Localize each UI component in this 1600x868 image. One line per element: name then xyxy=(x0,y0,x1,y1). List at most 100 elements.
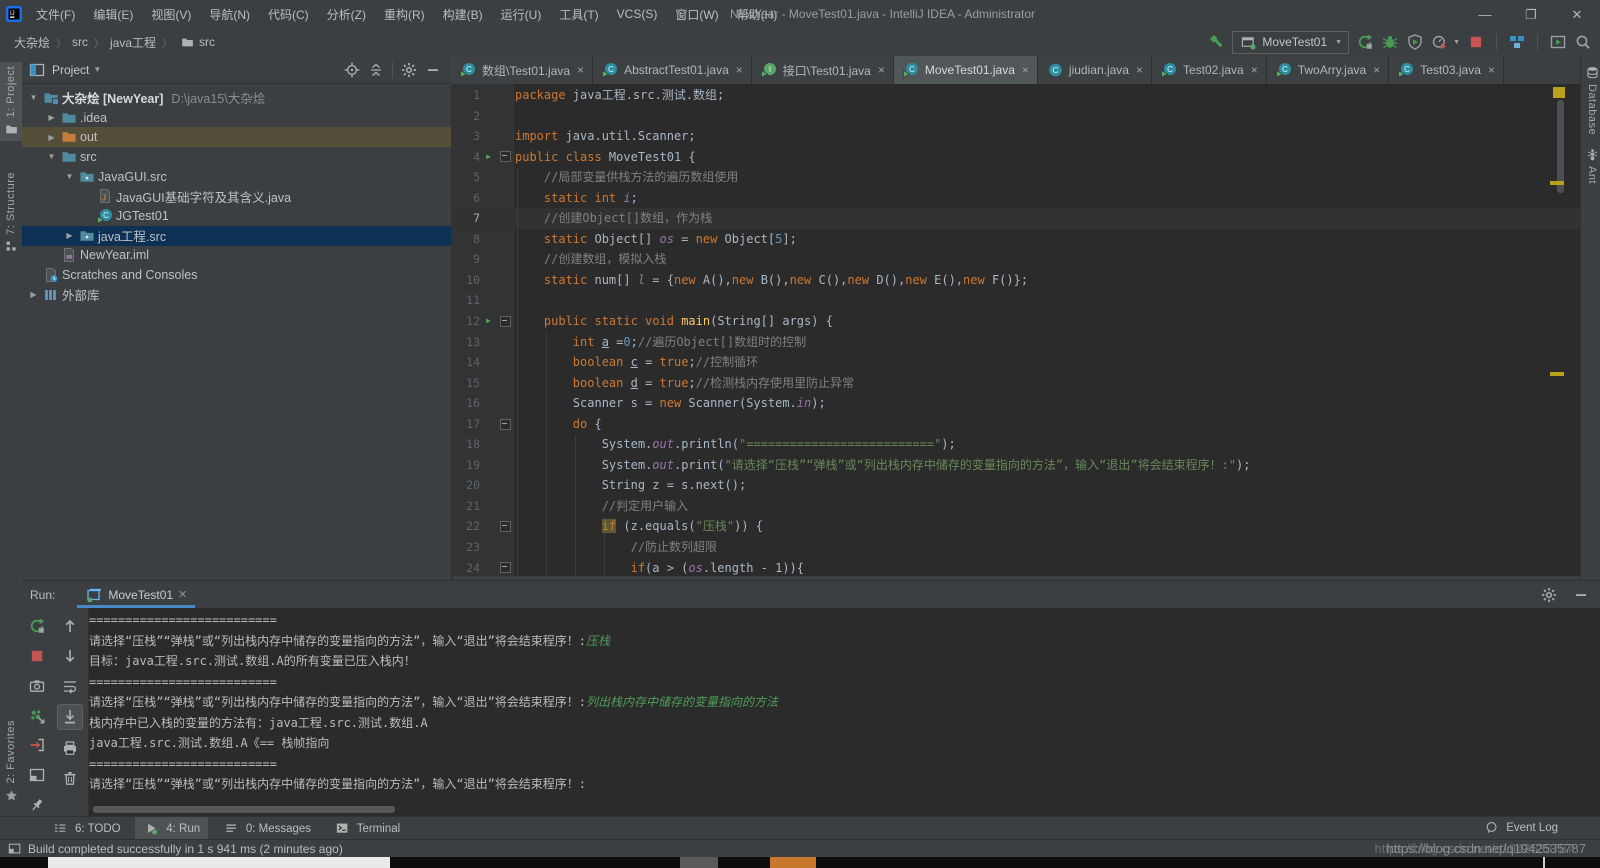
chevron-right-icon[interactable]: ▶ xyxy=(43,113,60,122)
stripe-button-2-favorites[interactable]: 2: Favorites xyxy=(0,716,22,807)
close-icon[interactable]: × xyxy=(878,63,885,77)
menu-item[interactable]: 重构(R) xyxy=(375,0,434,28)
fold-marker-icon[interactable] xyxy=(497,414,513,435)
profiler-clock-icon[interactable] xyxy=(1431,34,1449,50)
fold-marker-icon[interactable] xyxy=(497,516,513,537)
chevron-down-icon[interactable]: ▼ xyxy=(43,152,60,161)
run-gutter-icon[interactable]: ▶ xyxy=(480,311,497,332)
editor-tab[interactable]: C AbstractTest01.java × xyxy=(593,56,752,84)
breadcrumb-item[interactable]: src xyxy=(72,35,88,49)
close-icon[interactable]: × xyxy=(1136,63,1143,77)
chevron-right-icon[interactable]: ▶ xyxy=(25,290,42,299)
layout-icon[interactable] xyxy=(25,763,49,787)
fold-marker-icon[interactable] xyxy=(497,147,513,168)
up-arrow-icon[interactable] xyxy=(58,614,82,638)
toolwindow-button-terminal[interactable]: Terminal xyxy=(326,817,408,840)
tree-row[interactable]: ▶ java工程.src xyxy=(22,225,451,246)
hammer-build-icon[interactable] xyxy=(1207,34,1225,50)
menu-item[interactable]: 构建(B) xyxy=(434,0,492,28)
maximize-icon[interactable]: ❐ xyxy=(1508,1,1554,29)
close-icon[interactable]: × xyxy=(736,63,743,77)
editor-tab[interactable]: Cjiudian.java × xyxy=(1037,56,1152,84)
fold-marker-icon[interactable] xyxy=(497,558,513,576)
menu-item[interactable]: 导航(N) xyxy=(200,0,259,28)
close-icon[interactable]: × xyxy=(1022,63,1029,77)
scroll-end-icon[interactable] xyxy=(57,704,83,730)
menu-item[interactable]: 工具(T) xyxy=(550,0,607,28)
tree-row[interactable]: J JavaGUI基础字符及其含义.java xyxy=(22,186,451,206)
chevron-down-icon[interactable]: ▼ xyxy=(61,172,78,181)
editor-tab[interactable]: I 接口\Test01.java × xyxy=(751,56,894,84)
chevron-down-icon[interactable]: ▼ xyxy=(93,65,101,74)
event-log-button[interactable]: Event Log xyxy=(1483,816,1558,839)
menu-item[interactable]: VCS(S) xyxy=(608,0,667,28)
editor-tab[interactable]: C TwoArry.java × xyxy=(1266,56,1390,84)
taskbar-button-orange[interactable] xyxy=(770,857,816,868)
warning-stripe-mark[interactable] xyxy=(1550,372,1564,376)
run-gutter-icon[interactable]: ▶ xyxy=(480,147,497,168)
close-icon[interactable]: × xyxy=(577,63,584,77)
stop-icon[interactable] xyxy=(1467,34,1485,50)
stripe-button-database[interactable]: Database xyxy=(1581,60,1600,139)
close-icon[interactable]: ✕ xyxy=(178,588,187,601)
taskbar-window-thumb[interactable] xyxy=(48,857,390,868)
menu-item[interactable]: 运行(U) xyxy=(492,0,551,28)
close-icon[interactable]: ✕ xyxy=(1554,1,1600,29)
hide-icon[interactable] xyxy=(1572,587,1590,603)
close-icon[interactable]: × xyxy=(1488,63,1495,77)
inspection-indicator[interactable] xyxy=(1553,87,1565,98)
rerun-icon[interactable] xyxy=(25,614,49,638)
coverage-shield-icon[interactable] xyxy=(1406,34,1424,50)
stripe-button-7-structure[interactable]: 7: Structure xyxy=(0,168,22,259)
tree-row[interactable]: ▼ JavaGUI.src xyxy=(22,167,451,187)
debug-bug-icon[interactable] xyxy=(1381,34,1399,50)
tree-row[interactable]: ▼ src xyxy=(22,147,451,167)
hide-icon[interactable] xyxy=(424,62,442,78)
toolwindow-button-6-todo[interactable]: 6: TODO xyxy=(44,817,129,840)
stripe-button-ant[interactable]: Ant xyxy=(1581,142,1600,188)
editor-tab[interactable]: C 数组\Test01.java × xyxy=(451,56,594,84)
tree-row[interactable]: ▼ 大杂烩 [NewYear] D:\java15\大杂烩 xyxy=(22,88,451,108)
chevron-right-icon[interactable]: ▶ xyxy=(61,231,78,240)
editor-tab[interactable]: C Test03.java × xyxy=(1389,56,1504,84)
toolwindow-toggle-icon[interactable] xyxy=(6,841,24,857)
run-console-tab[interactable]: MoveTest01 ✕ xyxy=(77,581,196,608)
menu-item[interactable]: 编辑(E) xyxy=(84,0,142,28)
trash-icon[interactable] xyxy=(58,766,82,790)
print-icon[interactable] xyxy=(58,736,82,760)
profiler-clock-icon-chevron[interactable]: ▼ xyxy=(1453,39,1460,46)
stripe-button-1-project[interactable]: 1: Project xyxy=(0,62,22,142)
editor-tab[interactable]: C Test02.java × xyxy=(1151,56,1267,84)
stop-icon[interactable] xyxy=(25,644,49,668)
tree-row[interactable]: C JGTest01 xyxy=(22,206,451,226)
editor-tab[interactable]: C MoveTest01.java × xyxy=(893,56,1038,84)
exit-icon[interactable] xyxy=(25,733,49,757)
breadcrumb-item[interactable]: src xyxy=(199,35,215,49)
close-icon[interactable]: × xyxy=(1373,63,1380,77)
toolwindow-button-0-messages[interactable]: 0: Messages xyxy=(215,817,319,840)
locate-icon[interactable] xyxy=(343,62,361,78)
tree-row[interactable]: ▶ out xyxy=(22,127,451,148)
gear-icon[interactable] xyxy=(1540,587,1558,603)
menu-item[interactable]: 视图(V) xyxy=(142,0,200,28)
run-configuration-select[interactable]: MoveTest01 ▼ xyxy=(1232,30,1350,54)
menu-item[interactable]: 窗口(W) xyxy=(666,0,727,28)
breadcrumb-item[interactable]: java工程 xyxy=(110,34,156,51)
pin-icon[interactable] xyxy=(25,793,49,817)
collapse-all-icon[interactable] xyxy=(367,62,385,78)
menu-item[interactable]: 代码(C) xyxy=(259,0,318,28)
toolwindow-button-4-run[interactable]: 4: Run xyxy=(135,817,209,840)
down-arrow-icon[interactable] xyxy=(58,644,82,668)
console-output[interactable]: ========================== 请选择“压栈”“弹栈”或“列… xyxy=(89,610,1589,795)
warning-stripe-mark[interactable] xyxy=(1550,181,1564,185)
console-horizontal-scrollbar[interactable] xyxy=(93,806,395,813)
code-editor[interactable]: 1 package java工程.src.测试.数组; 2 3 import java.… xyxy=(451,84,1580,576)
menu-item[interactable]: 分析(Z) xyxy=(318,0,375,28)
gc-icon[interactable] xyxy=(25,704,49,728)
tree-row[interactable]: Scratches and Consoles xyxy=(22,265,451,285)
rerun-icon[interactable] xyxy=(1356,34,1374,50)
camera-icon[interactable] xyxy=(25,674,49,698)
menu-item[interactable]: 文件(F) xyxy=(27,0,84,28)
tree-row[interactable]: NewYear.iml xyxy=(22,246,451,266)
project-structure-icon[interactable] xyxy=(1508,34,1526,50)
